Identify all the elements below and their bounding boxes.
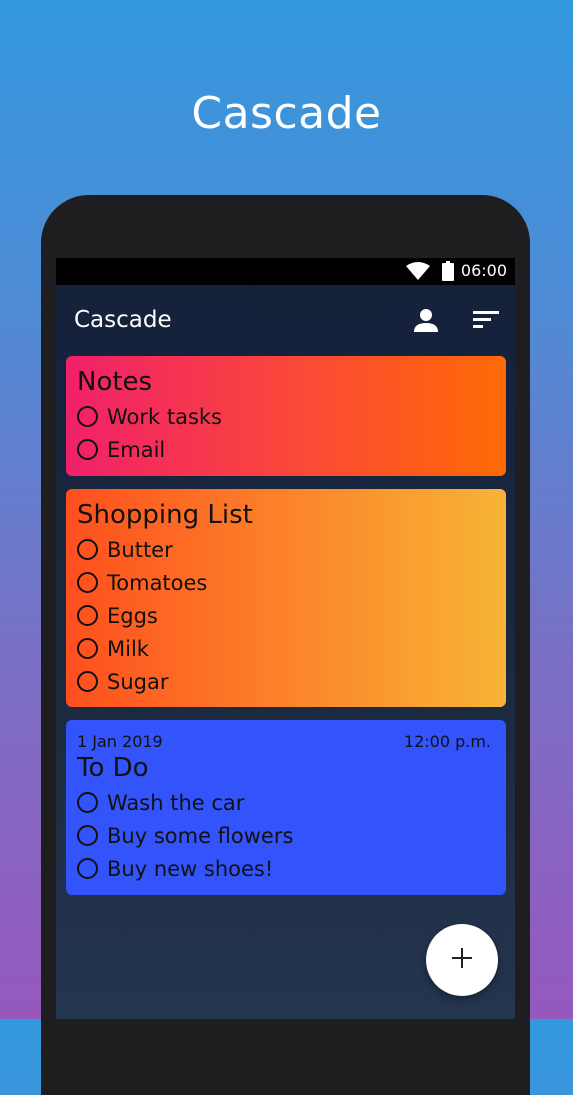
app-title: Cascade	[74, 307, 172, 333]
checkbox[interactable]	[77, 406, 98, 427]
list-item: Email	[77, 433, 495, 466]
checkbox[interactable]	[77, 439, 98, 460]
list-item: Eggs	[77, 599, 495, 632]
checkbox[interactable]	[77, 825, 98, 846]
item-label: Sugar	[107, 669, 169, 694]
item-label: Work tasks	[107, 404, 222, 429]
checkbox[interactable]	[77, 858, 98, 879]
checkbox[interactable]	[77, 539, 98, 560]
card-title: Notes	[77, 367, 153, 397]
item-label: Milk	[107, 636, 149, 661]
app-bar: Cascade	[56, 285, 515, 357]
item-label: Wash the car	[107, 790, 245, 815]
wifi-icon	[406, 262, 430, 284]
list-item: Wash the car	[77, 786, 495, 819]
list-item: Tomatoes	[77, 566, 495, 599]
list-item: Buy some flowers	[77, 819, 495, 852]
checkbox[interactable]	[77, 671, 98, 692]
status-time: 06:00	[460, 261, 507, 280]
promo-title: Cascade	[191, 88, 382, 139]
card-time: 12:00 p.m.	[403, 732, 491, 751]
add-note-button[interactable]	[426, 924, 498, 996]
account-icon[interactable]	[413, 307, 439, 337]
list-item: Buy new shoes!	[77, 852, 495, 885]
item-label: Email	[107, 437, 166, 462]
list-item: Milk	[77, 632, 495, 665]
card-meta: 1 Jan 2019 12:00 p.m.	[77, 730, 495, 752]
app-screen: 06:00 Cascade Notes Work tasks Email Sho…	[56, 258, 515, 1019]
card-date: 1 Jan 2019	[77, 732, 163, 751]
checkbox[interactable]	[77, 605, 98, 626]
plus-icon	[452, 948, 472, 972]
note-card-notes[interactable]: Notes Work tasks Email	[66, 356, 506, 476]
list-item: Work tasks	[77, 400, 495, 433]
sort-icon[interactable]	[473, 309, 499, 333]
checkbox[interactable]	[77, 572, 98, 593]
item-label: Eggs	[107, 603, 158, 628]
item-label: Buy some flowers	[107, 823, 294, 848]
checkbox[interactable]	[77, 792, 98, 813]
item-label: Tomatoes	[107, 570, 208, 595]
status-bar: 06:00	[56, 258, 515, 285]
note-card-to-do[interactable]: 1 Jan 2019 12:00 p.m. To Do Wash the car…	[66, 720, 506, 895]
note-card-shopping-list[interactable]: Shopping List Butter Tomatoes Eggs Milk …	[66, 489, 506, 707]
battery-icon	[442, 261, 454, 285]
item-label: Buy new shoes!	[107, 856, 274, 881]
card-title: To Do	[77, 753, 149, 783]
list-item: Butter	[77, 533, 495, 566]
card-title: Shopping List	[77, 500, 253, 530]
list-item: Sugar	[77, 665, 495, 698]
item-label: Butter	[107, 537, 173, 562]
checkbox[interactable]	[77, 638, 98, 659]
